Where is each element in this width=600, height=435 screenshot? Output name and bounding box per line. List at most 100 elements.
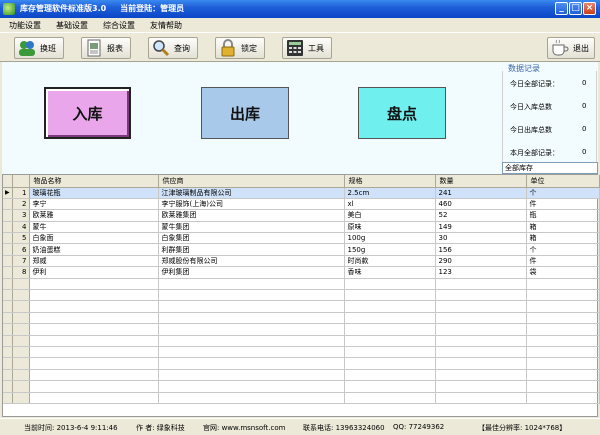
- cell-spec: [344, 369, 436, 382]
- cell-qty: 156: [435, 243, 527, 256]
- app-icon: [3, 3, 15, 15]
- cell-unit: 箱: [526, 221, 600, 234]
- cell-qty: [435, 392, 527, 404]
- cell-unit: [526, 369, 600, 382]
- cell-name: [29, 357, 159, 370]
- row-number: 4: [12, 221, 30, 234]
- row-indicator: [3, 380, 13, 393]
- row-number: [12, 300, 30, 313]
- lock-button[interactable]: 锁定: [215, 37, 265, 59]
- header-supplier[interactable]: 供应商: [158, 175, 345, 188]
- cell-supplier: [158, 289, 345, 302]
- status-resolution: 【最佳分辨率: 1024*768】: [478, 424, 567, 432]
- cell-spec: [344, 278, 436, 291]
- row-number: [12, 323, 30, 336]
- report-label: 报表: [107, 43, 123, 53]
- stat-value: 0: [582, 125, 587, 133]
- cell-qty: 149: [435, 221, 527, 234]
- cell-supplier: 白象集团: [158, 232, 345, 245]
- menu-general-settings[interactable]: 综合设置: [103, 20, 135, 31]
- header-spec[interactable]: 规格: [344, 175, 436, 188]
- cell-qty: 460: [435, 198, 527, 211]
- stock-filter-select[interactable]: 全部库存: [502, 162, 598, 174]
- table-row[interactable]: 3 欧莱雅 欧莱雅集团 美白 52 瓶: [3, 209, 600, 222]
- cell-qty: [435, 369, 527, 382]
- status-bar: 当前时间: 2013-6-4 9:11:46 作 者: 绿象科技 官网: www…: [0, 418, 600, 435]
- table-row[interactable]: 5 白象面 白象集团 100g 30 箱: [3, 232, 600, 245]
- cell-qty: 30: [435, 232, 527, 245]
- cell-unit: [526, 289, 600, 302]
- row-indicator: [3, 289, 13, 302]
- status-website: 官网: www.msnsoft.com: [203, 424, 286, 432]
- query-button[interactable]: 查询: [148, 37, 198, 59]
- calculator-icon: [285, 39, 305, 57]
- table-row[interactable]: 8 伊利 伊利集团 香味 123 袋: [3, 266, 600, 279]
- table-row[interactable]: 2 李宁 李宁服饰(上海)公司 xl 460 件: [3, 198, 600, 211]
- row-number: [12, 357, 30, 370]
- cell-unit: [526, 312, 600, 325]
- report-button[interactable]: 报表: [81, 37, 131, 59]
- stat-today-out: 今日出库总数 0: [510, 125, 596, 135]
- header-qty[interactable]: 数量: [435, 175, 527, 188]
- table-row[interactable]: 4 蒙牛 蒙牛集团 原味 149 箱: [3, 221, 600, 234]
- tools-button[interactable]: 工具: [282, 37, 332, 59]
- cell-qty: [435, 323, 527, 336]
- cell-spec: [344, 323, 436, 336]
- cell-name: [29, 312, 159, 325]
- table-empty-row: [3, 369, 600, 382]
- row-number: 1: [12, 187, 30, 199]
- table-empty-row: [3, 335, 600, 347]
- menu-function-settings[interactable]: 功能设置: [9, 20, 41, 31]
- stat-label: 今日入库总数: [510, 103, 552, 111]
- cell-supplier: 江津玻璃制品有限公司: [158, 187, 345, 199]
- cell-spec: 美白: [344, 209, 436, 222]
- cell-name: 玻璃花瓶: [29, 187, 159, 199]
- cell-supplier: [158, 278, 345, 291]
- cell-name: 伊利: [29, 266, 159, 279]
- cell-name: [29, 300, 159, 313]
- cell-qty: [435, 335, 527, 347]
- cell-unit: [526, 323, 600, 336]
- cell-supplier: [158, 392, 345, 404]
- table-row[interactable]: 6 奶油蛋糕 利群集团 150g 156 个: [3, 243, 600, 256]
- header-unit[interactable]: 单位: [526, 175, 600, 188]
- cell-unit: [526, 300, 600, 313]
- stat-value: 0: [582, 148, 587, 156]
- cell-supplier: 伊利集团: [158, 266, 345, 279]
- cell-spec: [344, 346, 436, 359]
- cell-qty: [435, 289, 527, 302]
- maximize-button[interactable]: □: [569, 2, 582, 15]
- menu-help[interactable]: 友情帮助: [150, 20, 182, 31]
- cell-spec: [344, 357, 436, 370]
- cell-qty: [435, 300, 527, 313]
- table-row[interactable]: 7 郑威 郑威股份有限公司 时尚款 290 件: [3, 255, 600, 268]
- stock-out-button[interactable]: 出库: [201, 87, 289, 139]
- inventory-check-button[interactable]: 盘点: [358, 87, 446, 139]
- row-number: [12, 346, 30, 359]
- table-row[interactable]: ▶ 1 玻璃花瓶 江津玻璃制品有限公司 2.5cm 241 个: [3, 187, 600, 199]
- row-number: 8: [12, 266, 30, 279]
- cell-qty: 241: [435, 187, 527, 199]
- close-button[interactable]: ×: [583, 2, 596, 15]
- header-name[interactable]: 物品名称: [29, 175, 159, 188]
- minimize-button[interactable]: _: [555, 2, 568, 15]
- cell-unit: [526, 392, 600, 404]
- stock-in-button[interactable]: 入库: [44, 87, 131, 139]
- cell-name: [29, 278, 159, 291]
- menu-basic-settings[interactable]: 基础设置: [56, 20, 88, 31]
- exit-button[interactable]: 退出: [547, 37, 595, 59]
- shift-button[interactable]: 换班: [14, 37, 64, 59]
- row-indicator: [3, 221, 13, 234]
- cell-supplier: [158, 323, 345, 336]
- cell-name: [29, 369, 159, 382]
- cell-name: 蒙牛: [29, 221, 159, 234]
- cell-supplier: [158, 300, 345, 313]
- inventory-table: 物品名称 供应商 规格 数量 单位 ▶ 1 玻璃花瓶 江津玻璃制品有限公司 2.5cm 2…: [2, 174, 600, 417]
- cell-spec: 时尚款: [344, 255, 436, 268]
- row-indicator: [3, 323, 13, 336]
- cell-name: 白象面: [29, 232, 159, 245]
- stat-value: 0: [582, 102, 587, 110]
- table-empty-row: [3, 323, 600, 336]
- cell-spec: 香味: [344, 266, 436, 279]
- cell-unit: 箱: [526, 232, 600, 245]
